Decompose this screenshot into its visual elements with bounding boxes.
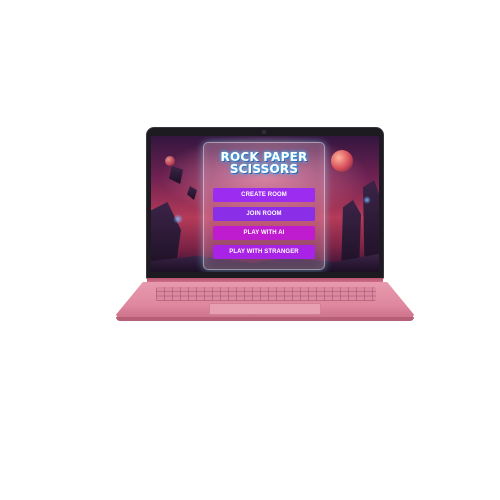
main-menu-panel: ROCK PAPER SCISSORS CREATE ROOM JOIN ROO…: [203, 142, 325, 270]
laptop-mockup: ROCK PAPER SCISSORS CREATE ROOM JOIN ROO…: [0, 0, 500, 500]
background-moon: [165, 156, 175, 166]
background-planet: [331, 150, 353, 172]
create-room-button[interactable]: CREATE ROOM: [213, 188, 315, 202]
join-room-button[interactable]: JOIN ROOM: [213, 207, 315, 221]
laptop-keyboard: [156, 287, 376, 301]
laptop-base-edge: [116, 317, 414, 321]
webcam: [262, 130, 266, 134]
play-with-stranger-button[interactable]: PLAY WITH STRANGER: [213, 245, 315, 259]
play-with-ai-button[interactable]: PLAY WITH AI: [213, 226, 315, 240]
game-title: ROCK PAPER SCISSORS: [220, 150, 308, 176]
background-rock-left-floating: [169, 166, 183, 184]
laptop-screen: ROCK PAPER SCISSORS CREATE ROOM JOIN ROO…: [151, 136, 379, 272]
main-menu: CREATE ROOM JOIN ROOM PLAY WITH AI PLAY …: [213, 188, 315, 264]
background-glow-right: [363, 196, 371, 204]
background-rock-left-small: [187, 186, 197, 200]
background-glow-left: [173, 214, 183, 224]
laptop-touchpad: [209, 303, 321, 315]
